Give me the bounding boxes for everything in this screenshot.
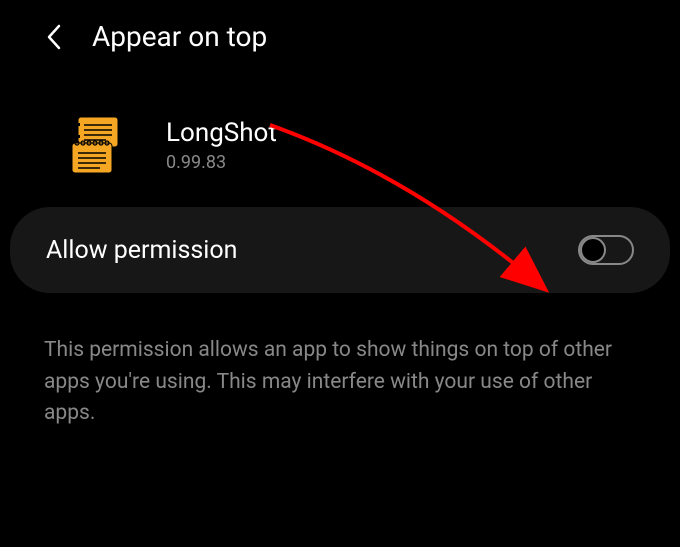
app-icon [62,113,126,177]
app-name: LongShot [166,118,277,148]
toggle-thumb [580,237,606,263]
permission-toggle[interactable] [578,235,634,265]
permission-description: This permission allows an app to show th… [0,293,680,450]
app-info-section: LongShot 0.99.83 [0,73,680,207]
page-title: Appear on top [92,20,267,53]
permission-label: Allow permission [46,236,237,265]
permission-row[interactable]: Allow permission [10,207,670,293]
longshot-app-icon [62,113,126,177]
chevron-left-icon [46,24,62,50]
app-details: LongShot 0.99.83 [166,118,277,173]
header: Appear on top [0,0,680,73]
back-button[interactable] [42,25,66,49]
app-version: 0.99.83 [166,152,277,173]
